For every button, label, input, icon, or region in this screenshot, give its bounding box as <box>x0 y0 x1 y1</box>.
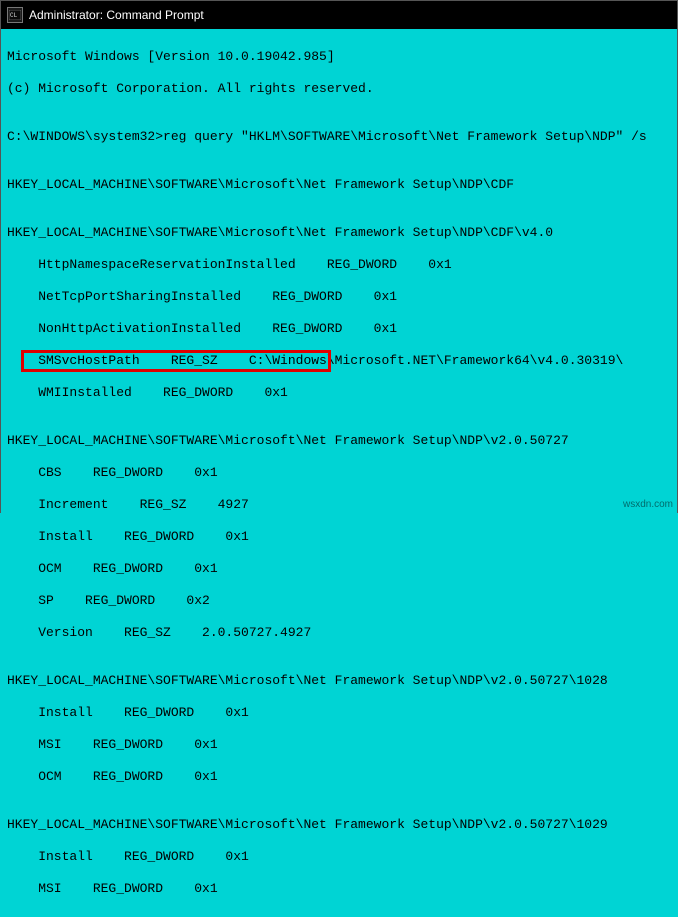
registry-key: HKEY_LOCAL_MACHINE\SOFTWARE\Microsoft\Ne… <box>7 433 671 449</box>
registry-value: OCM REG_DWORD 0x1 <box>7 769 671 785</box>
output-line: Microsoft Windows [Version 10.0.19042.98… <box>7 49 671 65</box>
registry-value: HttpNamespaceReservationInstalled REG_DW… <box>7 257 671 273</box>
cmd-icon: CL <box>7 7 23 23</box>
registry-value: Install REG_DWORD 0x1 <box>7 849 671 865</box>
registry-value-version: Version REG_SZ 2.0.50727.4927 <box>7 625 671 641</box>
prompt-line: C:\WINDOWS\system32>reg query "HKLM\SOFT… <box>7 129 671 145</box>
registry-value: MSI REG_DWORD 0x1 <box>7 737 671 753</box>
registry-key: HKEY_LOCAL_MACHINE\SOFTWARE\Microsoft\Ne… <box>7 817 671 833</box>
registry-key: HKEY_LOCAL_MACHINE\SOFTWARE\Microsoft\Ne… <box>7 673 671 689</box>
output-line: (c) Microsoft Corporation. All rights re… <box>7 81 671 97</box>
svg-text:CL: CL <box>10 12 18 19</box>
registry-value: SMSvcHostPath REG_SZ C:\Windows\Microsof… <box>7 353 671 369</box>
registry-value: SP REG_DWORD 0x2 <box>7 593 671 609</box>
registry-value: Install REG_DWORD 0x1 <box>7 705 671 721</box>
registry-value: CBS REG_DWORD 0x1 <box>7 465 671 481</box>
terminal-output[interactable]: Microsoft Windows [Version 10.0.19042.98… <box>1 29 677 917</box>
window-title: Administrator: Command Prompt <box>29 8 204 22</box>
registry-value: Increment REG_SZ 4927 <box>7 497 671 513</box>
registry-value: MSI REG_DWORD 0x1 <box>7 881 671 897</box>
registry-value: Install REG_DWORD 0x1 <box>7 529 671 545</box>
registry-value: NetTcpPortSharingInstalled REG_DWORD 0x1 <box>7 289 671 305</box>
registry-key: HKEY_LOCAL_MACHINE\SOFTWARE\Microsoft\Ne… <box>7 177 671 193</box>
registry-value: NonHttpActivationInstalled REG_DWORD 0x1 <box>7 321 671 337</box>
window-titlebar[interactable]: CL Administrator: Command Prompt <box>1 1 677 29</box>
registry-value: OCM REG_DWORD 0x1 <box>7 561 671 577</box>
registry-value: WMIInstalled REG_DWORD 0x1 <box>7 385 671 401</box>
registry-key: HKEY_LOCAL_MACHINE\SOFTWARE\Microsoft\Ne… <box>7 225 671 241</box>
watermark: wsxdn.com <box>623 499 673 510</box>
